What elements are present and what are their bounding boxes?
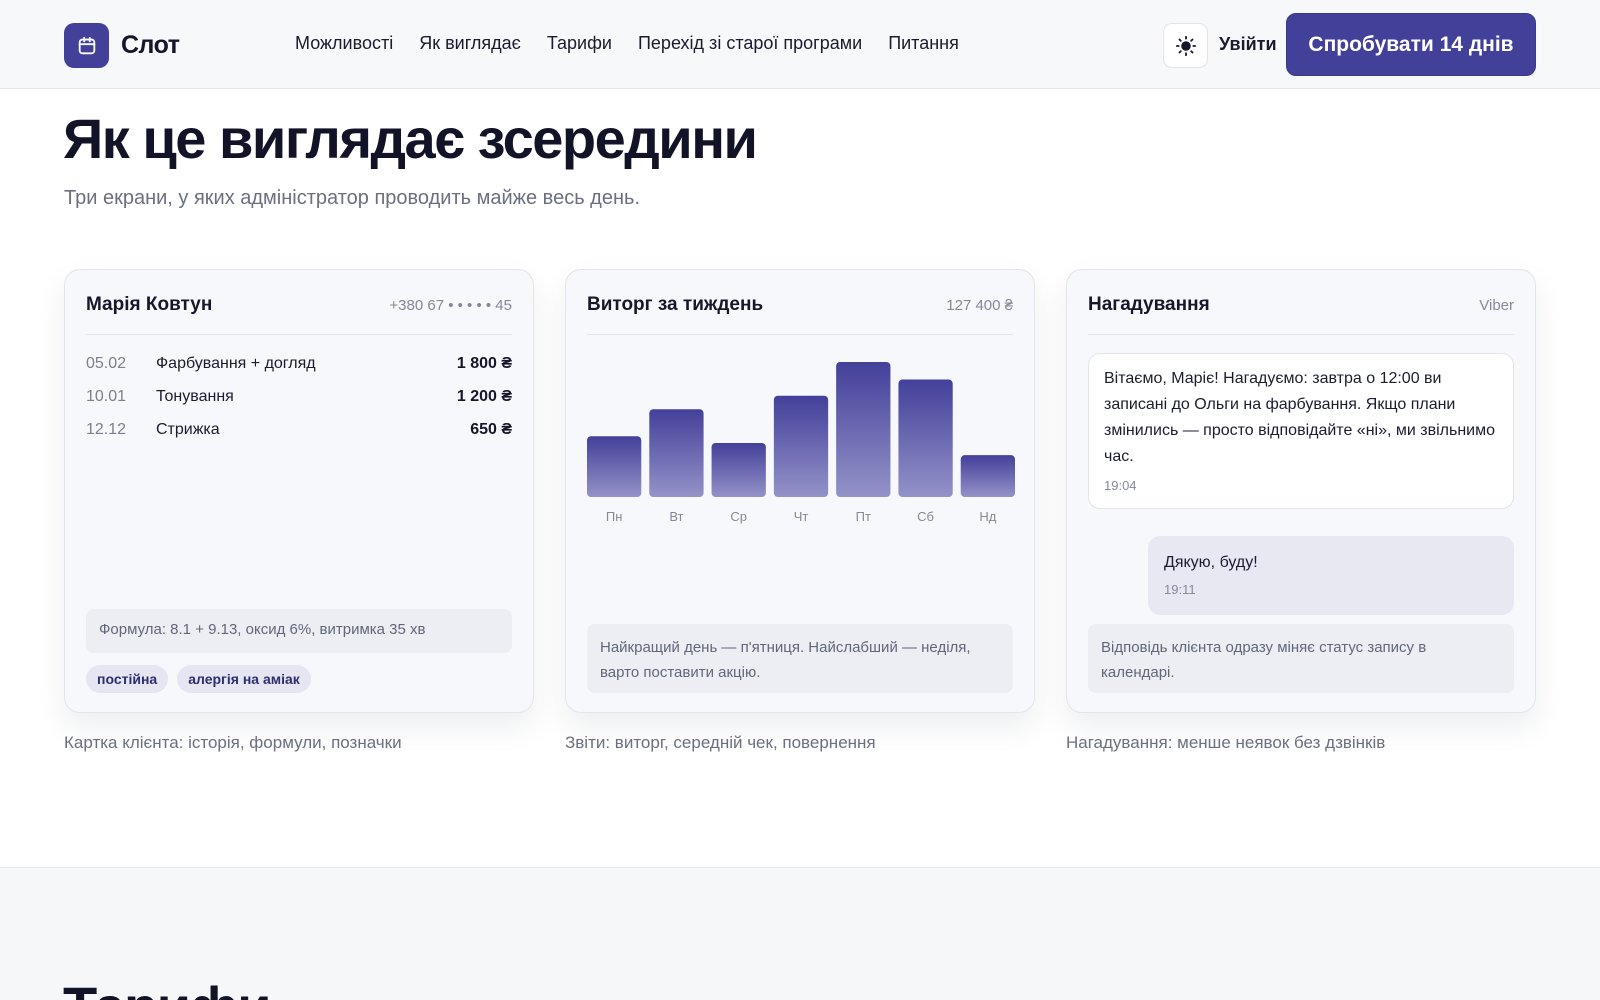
visit-price: 1 800 ₴ xyxy=(456,355,512,372)
nav-item-features[interactable]: Можливості xyxy=(295,33,393,54)
reminder-card: Нагадування Viber Вітаємо, Маріє! Нагаду… xyxy=(1066,269,1536,713)
login-link[interactable]: Увійти xyxy=(1219,34,1277,55)
client-tags: постійна алергія на аміак xyxy=(86,665,311,693)
pricing-section: Тарифи xyxy=(0,867,1600,1000)
try-free-button[interactable]: Спробувати 14 днів xyxy=(1286,13,1536,76)
chart-bar-Нд xyxy=(960,455,1015,497)
pricing-title: Тарифи xyxy=(63,976,272,1000)
nav-item-migration[interactable]: Перехід зі старої програми xyxy=(638,33,862,54)
client-card-caption: Картка клієнта: історія, формули, познач… xyxy=(64,733,402,752)
visit-row: 12.12 Стрижка 650 ₴ xyxy=(86,421,512,443)
incoming-message-text: Вітаємо, Маріє! Нагадуємо: завтра о 12:0… xyxy=(1104,370,1495,465)
tag-allergy[interactable]: алергія на аміак xyxy=(177,665,311,693)
nav-item-how-it-looks[interactable]: Як виглядає xyxy=(419,33,521,54)
reply-message-time: 19:11 xyxy=(1164,582,1196,597)
client-card-header: Марія Ковтун +380 67 • • • • • 45 xyxy=(86,290,512,335)
sun-icon xyxy=(1175,35,1196,56)
chart-tick-label: Сб xyxy=(917,509,934,524)
chart-tick-label: Пт xyxy=(856,509,871,524)
visit-price: 1 200 ₴ xyxy=(456,388,512,405)
nav-item-pricing[interactable]: Тарифи xyxy=(547,33,612,54)
reminder-card-header: Нагадування Viber xyxy=(1088,290,1514,335)
revenue-card-caption: Звіти: виторг, середній чек, повернення xyxy=(565,733,876,752)
chart-tick-label: Вт xyxy=(669,509,683,524)
incoming-message: Вітаємо, Маріє! Нагадуємо: завтра о 12:0… xyxy=(1088,353,1514,509)
chart-tick-label: Нд xyxy=(979,509,996,524)
client-card: Марія Ковтун +380 67 • • • • • 45 05.02 … xyxy=(64,269,534,713)
chart-bar-Вт xyxy=(649,409,704,497)
calendar-icon xyxy=(64,23,109,68)
main-nav: Можливості Як виглядає Тарифи Перехід зі… xyxy=(295,33,959,54)
visit-row: 10.01 Тонування 1 200 ₴ xyxy=(86,388,512,410)
revenue-card: Виторг за тиждень 127 400 ₴ Пн Вт Ср Чт Пт Сб… xyxy=(565,269,1035,713)
reminder-title: Нагадування xyxy=(1088,294,1210,315)
visit-price: 650 ₴ xyxy=(470,421,512,438)
chart-tick-label: Чт xyxy=(794,509,809,524)
revenue-insight-note: Найкращий день — п'ятниця. Найслабший — … xyxy=(587,624,1013,693)
incoming-message-time: 19:04 xyxy=(1104,478,1137,493)
chart-bar-Ср xyxy=(711,443,766,497)
visit-service: Стрижка xyxy=(156,421,220,438)
theme-toggle-button[interactable] xyxy=(1163,23,1208,68)
top-header: Слот Можливості Як виглядає Тарифи Перех… xyxy=(0,0,1600,89)
chart-bar-Пн xyxy=(587,436,642,497)
tag-regular[interactable]: постійна xyxy=(86,665,169,693)
visit-date: 05.02 xyxy=(86,355,127,372)
nav-item-faq[interactable]: Питання xyxy=(888,33,959,54)
chart-tick-label: Ср xyxy=(730,509,747,524)
revenue-bar-chart: Пн Вт Ср Чт Пт Сб Нд xyxy=(587,362,1015,524)
reply-message-text: Дякую, буду! xyxy=(1164,554,1258,571)
section-title: Як це виглядає зсередини xyxy=(63,107,758,170)
client-name: Марія Ковтун xyxy=(86,294,213,315)
logo[interactable]: Слот xyxy=(64,23,180,68)
chart-tick-label: Пн xyxy=(606,509,623,524)
chart-bar-Сб xyxy=(898,379,953,497)
reminder-card-caption: Нагадування: менше неявок без дзвінків xyxy=(1066,733,1386,752)
formula-note: Формула: 8.1 + 9.13, оксид 6%, витримка … xyxy=(86,609,512,653)
reminder-status-note: Відповідь клієнта одразу міняє статус за… xyxy=(1088,624,1514,693)
chart-bar-Чт xyxy=(773,395,829,497)
logo-text: Слот xyxy=(121,31,180,59)
chart-bar-Пт xyxy=(836,362,891,497)
reminder-channel: Viber xyxy=(1479,297,1514,314)
visit-service: Фарбування + догляд xyxy=(156,355,316,372)
reply-message: Дякую, буду! 19:11 xyxy=(1148,536,1514,615)
client-phone: +380 67 • • • • • 45 xyxy=(389,297,512,314)
visit-date: 12.12 xyxy=(86,421,127,438)
visit-service: Тонування xyxy=(156,388,234,405)
visit-date: 10.01 xyxy=(86,388,127,405)
section-subtitle: Три екрани, у яких адміністратор проводи… xyxy=(64,187,640,209)
visit-row: 05.02 Фарбування + догляд 1 800 ₴ xyxy=(86,355,512,377)
